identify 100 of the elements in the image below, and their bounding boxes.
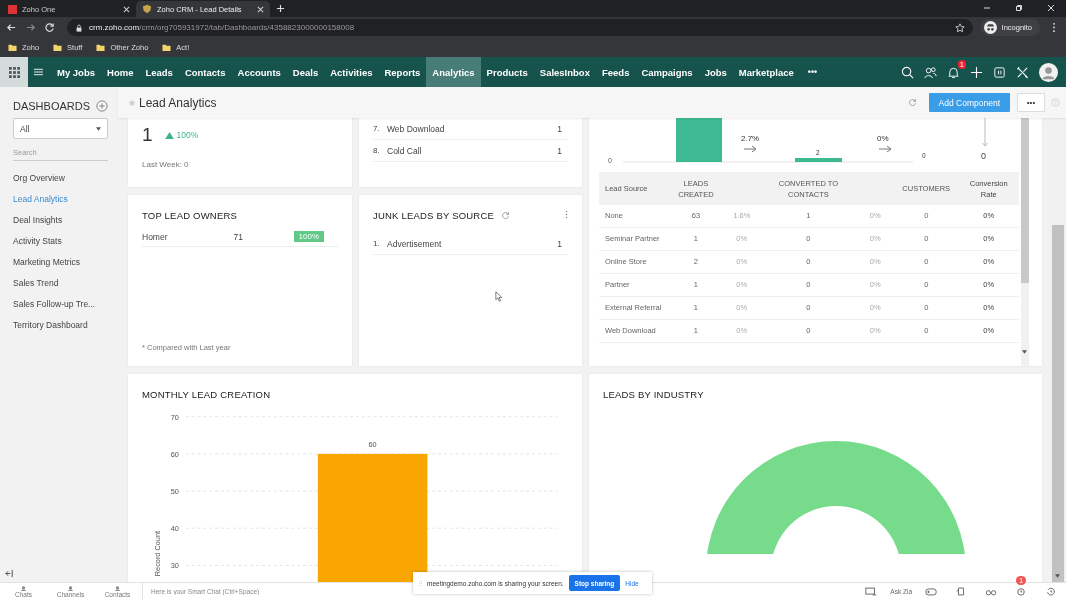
down-arrow-icon	[982, 118, 988, 147]
address-bar[interactable]: crm.zoho.com/crm/org705931972/tab/Dashboards/4358823000000158008	[67, 19, 973, 36]
close-icon[interactable]	[1046, 3, 1056, 13]
nav-tab[interactable]: Home	[101, 57, 140, 87]
more-options-button[interactable]: •••	[1017, 93, 1045, 112]
restore-icon[interactable]	[1014, 3, 1024, 13]
card-title: TOP LEAD OWNERS	[142, 210, 239, 221]
end-value: 0	[981, 151, 986, 161]
arrow-icon	[878, 145, 892, 153]
dashboard-link[interactable]: Marketing Metrics	[13, 251, 108, 272]
forward-icon[interactable]	[25, 22, 36, 33]
nav-tab[interactable]: Marketplace	[732, 57, 800, 87]
incognito-icon	[983, 21, 997, 34]
url-text: crm.zoho.com/crm/org705931972/tab/Dashboards/4358823000000158008	[89, 23, 355, 32]
card-title: JUNK LEADS BY SOURCE	[373, 210, 495, 221]
nav-tab[interactable]: SalesInbox	[533, 57, 596, 87]
last-week-text: Last Week: 0	[142, 160, 190, 169]
lead-count-value: 1	[142, 124, 153, 146]
source-label: Cold Call	[387, 145, 423, 156]
folder-icon	[8, 43, 17, 52]
nav-tab[interactable]: Contacts	[178, 57, 232, 87]
scroll-down-icon[interactable]	[1022, 350, 1027, 354]
folder-icon	[162, 43, 172, 52]
chat-bar-tab-icon	[20, 585, 27, 591]
card-title: LEADS BY INDUSTRY	[603, 389, 705, 400]
plus-icon[interactable]	[970, 65, 983, 79]
dashboard-link[interactable]: Sales Follow-up Tre...	[13, 293, 108, 314]
nav-tab[interactable]: Products	[480, 57, 534, 87]
history-icon[interactable]	[1045, 587, 1057, 596]
dashboard-link[interactable]: Lead Analytics	[13, 188, 108, 209]
source-label: Advertisement	[387, 238, 443, 249]
increase-icon	[164, 131, 174, 139]
grid-icon	[8, 66, 20, 78]
source-count: 1	[557, 238, 562, 249]
source-count: 1	[557, 123, 562, 134]
back-icon[interactable]	[6, 22, 17, 33]
avatar-icon[interactable]	[1039, 62, 1058, 82]
reload-icon[interactable]	[44, 22, 55, 33]
dashboard-link[interactable]: Deal Insights	[13, 209, 108, 230]
nav-tab[interactable]: Leads	[139, 57, 179, 87]
browser-menu-icon[interactable]	[1052, 22, 1056, 33]
lock-icon	[75, 23, 83, 32]
close-icon[interactable]	[123, 5, 130, 13]
conversion-rate: 2.7%	[741, 134, 760, 143]
dashboard-link[interactable]: Territory Dashboard	[13, 314, 108, 335]
nav-tab[interactable]: Jobs	[698, 57, 733, 87]
conversion-rate: 0%	[877, 134, 889, 143]
app-logo-icon	[8, 4, 17, 14]
nav-tab[interactable]: Campaigns	[635, 57, 699, 87]
mouse-cursor-icon	[495, 291, 503, 302]
rank-number: 8.	[373, 146, 381, 155]
dashboard-link[interactable]: Activity Stats	[13, 230, 108, 251]
funnel-bar	[795, 158, 842, 162]
filter-dropdown[interactable]: All	[13, 118, 108, 139]
sidebar-title: DASHBOARDS	[13, 100, 91, 112]
caret-icon	[96, 126, 101, 131]
change-percent: 100%	[176, 130, 199, 140]
search-icon[interactable]	[901, 65, 914, 79]
menu-icon[interactable]	[34, 68, 43, 76]
new-tab-icon[interactable]	[276, 4, 285, 13]
rank-number: 7.	[373, 124, 381, 133]
alarm-clock-icon[interactable]	[1015, 587, 1027, 596]
gamepad-icon[interactable]	[925, 587, 937, 596]
dashboard-link[interactable]: Org Overview	[13, 167, 108, 188]
dashboard-title: Lead Analytics	[139, 95, 217, 110]
card-title: MONTHLY LEAD CREATION	[142, 389, 272, 400]
screen-icon[interactable]	[865, 587, 878, 596]
owner-count: 71	[233, 231, 244, 242]
more-tabs-button[interactable]: •••	[807, 67, 818, 77]
nav-tab[interactable]: My Jobs	[51, 57, 101, 87]
tools-icon[interactable]	[1016, 65, 1029, 79]
bookmark-star-icon[interactable]	[954, 22, 965, 33]
scroll-down-icon[interactable]	[1055, 574, 1060, 578]
source-count: 1	[557, 145, 562, 156]
nav-tab[interactable]: Accounts	[231, 57, 287, 87]
add-dashboard-icon[interactable]	[96, 100, 108, 112]
source-label: Web Download	[387, 123, 446, 134]
owner-name: Homer	[142, 231, 169, 242]
arrow-icon	[743, 145, 757, 153]
people-icon[interactable]	[924, 65, 937, 79]
rank-number: 1.	[373, 239, 381, 248]
shield-icon	[142, 4, 152, 14]
nav-tab[interactable]: Reports	[378, 57, 427, 87]
favorite-star-icon[interactable]	[128, 98, 136, 107]
collapse-icon[interactable]	[5, 569, 14, 578]
share-badge: 100%	[293, 231, 324, 242]
apps-button[interactable]	[0, 57, 28, 87]
close-icon[interactable]	[257, 5, 264, 13]
folder-icon	[53, 43, 63, 52]
dashboard-link[interactable]: Sales Trend	[13, 272, 108, 293]
chat-bar-tab-icon	[114, 585, 121, 591]
nav-tab[interactable]: Activities	[324, 57, 379, 87]
nav-tab[interactable]: Analytics	[426, 57, 481, 87]
bell-icon[interactable]	[947, 65, 960, 79]
chat-bar-tab-icon	[67, 585, 74, 591]
scrollbar-thumb[interactable]	[1052, 225, 1064, 582]
nav-tab[interactable]: Deals	[286, 57, 325, 87]
funnel-bar	[676, 118, 722, 162]
scrollbar-thumb[interactable]	[1021, 118, 1029, 283]
nav-tab[interactable]: Feeds	[595, 57, 636, 87]
